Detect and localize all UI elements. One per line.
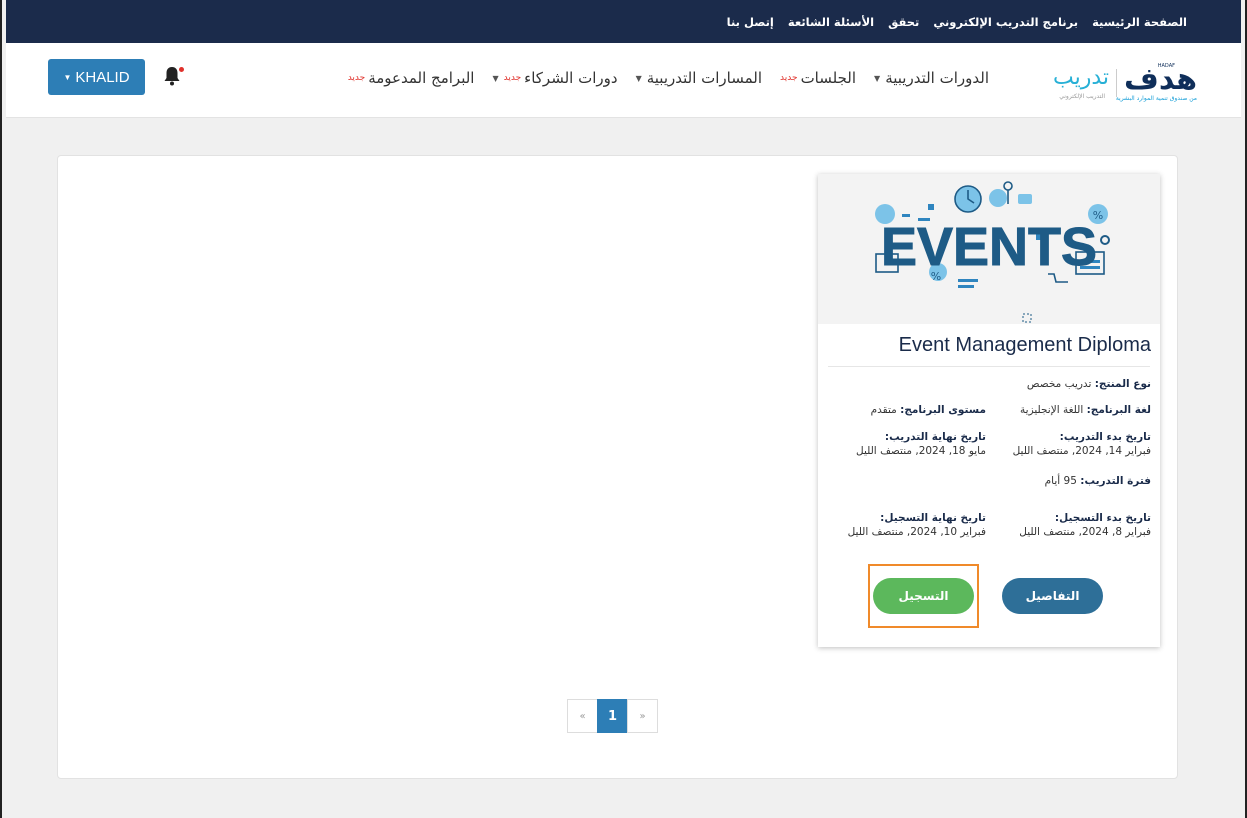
nav-item-label: الدورات التدريبية [885, 69, 989, 87]
field-value: فبراير 10, 2024, منتصف الليل [847, 526, 986, 538]
field-label: فترة التدريب: [1080, 475, 1151, 487]
content-panel: EVENTS % % Event Management Diploma نوع … [57, 155, 1178, 779]
field-value: تدريب مخصص [1026, 378, 1092, 390]
field-value: فبراير 14, 2024, منتصف الليل [1012, 445, 1151, 457]
field-language: لغة البرنامج: اللغة الإنجليزية [1020, 403, 1151, 417]
pagination-next-button[interactable]: » [627, 699, 658, 733]
details-button[interactable]: التفاصيل [1002, 578, 1103, 614]
caret-down-icon: ▼ [492, 73, 499, 83]
site-logo[interactable]: HADAF هدف من صندوق تنمية الموارد البشرية… [1032, 62, 1199, 105]
main-header: HADAF هدف من صندوق تنمية الموارد البشرية… [6, 43, 1241, 118]
notifications-bell-icon[interactable] [162, 65, 186, 91]
topbar-link-home[interactable]: الصفحة الرئيسية [1092, 15, 1187, 29]
topbar-link-elearning[interactable]: برنامج التدريب الإلكتروني [933, 15, 1078, 29]
field-value: اللغة الإنجليزية [1020, 404, 1084, 416]
main-nav: الدورات التدريبية ▼ الجلسات جديد المسارا… [330, 69, 989, 87]
new-badge: جديد [503, 73, 522, 83]
field-product-type: نوع المنتج: تدريب مخصص [1027, 377, 1151, 391]
caret-down-icon: ▼ [874, 73, 881, 83]
nav-item-supported-programs[interactable]: البرامج المدعومة جديد [348, 69, 475, 87]
new-badge: جديد [780, 73, 798, 83]
course-image[interactable]: EVENTS % % [818, 174, 1160, 324]
logo-separator [1116, 69, 1117, 97]
nav-item-sessions[interactable]: الجلسات جديد [780, 69, 856, 87]
user-menu-button[interactable]: ▼ KHALID [48, 59, 145, 95]
pagination: « 1 » [567, 699, 658, 733]
logo-brand-sub: من صندوق تنمية الموارد البشرية [1115, 95, 1197, 102]
divider [828, 366, 1150, 367]
new-badge: جديد [347, 73, 366, 83]
topbar-link-contact[interactable]: إتصل بنا [727, 15, 774, 29]
svg-text:%: % [931, 270, 941, 283]
caret-down-icon: ▼ [63, 72, 72, 82]
field-label: تاريخ بدء التدريب: [1059, 431, 1151, 443]
nav-item-partner-courses[interactable]: دورات الشركاء جديد ▼ [492, 69, 617, 87]
register-button[interactable]: التسجيل [873, 578, 974, 614]
field-label: تاريخ نهاية التدريب: [884, 431, 986, 443]
field-registration-end: تاريخ نهاية التسجيل: فبراير 10, 2024, من… [848, 511, 986, 539]
field-level: مستوى البرنامج: متقدم [871, 403, 986, 417]
course-card: EVENTS % % Event Management Diploma نوع … [818, 174, 1160, 647]
field-value: مايو 18, 2024, منتصف الليل [856, 445, 986, 457]
field-label: تاريخ بدء التسجيل: [1054, 512, 1151, 524]
nav-item-courses[interactable]: الدورات التدريبية ▼ [874, 69, 989, 87]
logo-brand: هدف [1124, 62, 1199, 97]
field-training-end: تاريخ نهاية التدريب: مايو 18, 2024, منتص… [856, 430, 986, 458]
nav-item-tracks[interactable]: المسارات التدريبية ▼ [636, 69, 762, 87]
field-label: تاريخ نهاية التسجيل: [880, 512, 986, 524]
field-registration-start: تاريخ بدء التسجيل: فبراير 8, 2024, منتصف… [1019, 511, 1151, 539]
nav-item-label: البرامج المدعومة [368, 69, 475, 87]
user-name: KHALID [75, 68, 130, 86]
course-title[interactable]: Event Management Diploma [899, 334, 1151, 357]
field-value: فبراير 8, 2024, منتصف الليل [1019, 526, 1151, 538]
nav-item-label: دورات الشركاء [524, 69, 618, 87]
notification-dot [179, 67, 184, 72]
field-duration: فترة التدريب: 95 أيام [1045, 474, 1151, 488]
top-utility-bar: الصفحة الرئيسية برنامج التدريب الإلكترون… [6, 0, 1241, 43]
topbar-link-verify[interactable]: تحقق [888, 15, 919, 29]
field-label: نوع المنتج: [1094, 378, 1151, 390]
nav-item-label: الجلسات [800, 69, 857, 87]
caret-down-icon: ▼ [635, 73, 642, 83]
field-value: 95 أيام [1044, 475, 1077, 487]
course-image-text: EVENTS [881, 217, 1097, 277]
field-label: لغة البرنامج: [1086, 404, 1151, 416]
field-training-start: تاريخ بدء التدريب: فبراير 14, 2024, منتص… [1013, 430, 1151, 458]
field-value: متقدم [870, 404, 897, 416]
field-label: مستوى البرنامج: [900, 404, 986, 416]
nav-item-label: المسارات التدريبية [646, 69, 763, 87]
pagination-page-current[interactable]: 1 [597, 699, 628, 733]
logo-product-sub: التدريب الإلكتروني [1059, 93, 1105, 100]
topbar-link-faq[interactable]: الأسئلة الشائعة [788, 15, 874, 29]
logo-product: تدريب [1052, 65, 1109, 90]
pagination-prev-button[interactable]: « [567, 699, 598, 733]
svg-text:%: % [1093, 209, 1103, 222]
